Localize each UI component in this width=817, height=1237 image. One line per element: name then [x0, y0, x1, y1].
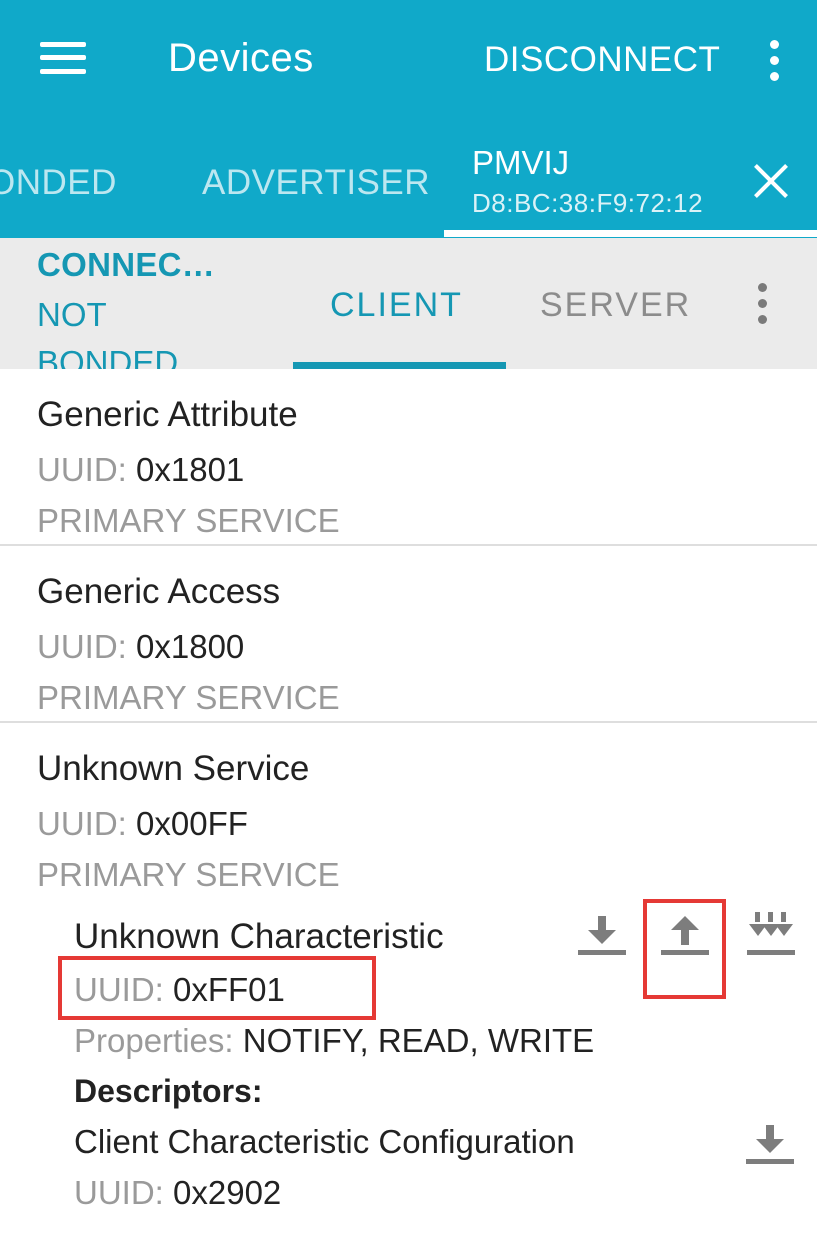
device-sub-bar: CONNEC… NOT BONDED CLIENT SERVER — [0, 238, 817, 369]
service-list: Generic Attribute UUID: 0x1801 PRIMARY S… — [0, 369, 817, 1237]
list-item[interactable]: Generic Attribute UUID: 0x1801 PRIMARY S… — [0, 369, 817, 545]
more-vert-icon[interactable] — [754, 283, 772, 325]
service-uuid: UUID: 0x1800 — [37, 628, 244, 666]
client-tab-indicator — [293, 362, 506, 369]
page-title: Devices — [168, 36, 314, 80]
bond-status-line1: NOT — [37, 296, 107, 333]
characteristic-name: Unknown Characteristic — [74, 917, 444, 956]
tab-indicator — [444, 230, 817, 237]
list-item[interactable]: Generic Access UUID: 0x1800 PRIMARY SERV… — [0, 546, 817, 722]
tab-server[interactable]: SERVER — [540, 286, 691, 325]
uuid-label: UUID: — [37, 805, 127, 842]
write-icon-highlight — [643, 899, 726, 999]
uuid-value: 0x1801 — [136, 451, 245, 488]
properties-label: Properties: — [74, 1022, 234, 1059]
connection-status: CONNEC… — [37, 246, 216, 283]
uuid-highlight — [58, 956, 376, 1020]
service-name: Generic Attribute — [37, 395, 298, 434]
descriptors-heading: Descriptors: — [74, 1073, 263, 1109]
notify-icon[interactable] — [747, 912, 797, 960]
descriptor-name: Client Characteristic Configuration — [74, 1123, 575, 1160]
tab-device-name[interactable]: PMVIJ — [472, 144, 569, 182]
service-type: PRIMARY SERVICE — [37, 502, 340, 539]
uuid-label: UUID: — [37, 628, 127, 665]
disconnect-button[interactable]: DISCONNECT — [484, 40, 720, 80]
more-vert-icon[interactable] — [766, 40, 784, 82]
uuid-value: 0x1800 — [136, 628, 245, 665]
tab-device-mac: D8:BC:38:F9:72:12 — [472, 188, 704, 218]
descriptor-uuid: UUID: 0x2902 — [74, 1174, 281, 1212]
app-bar: Devices DISCONNECT ONDED ADVERTISER PMVI… — [0, 0, 817, 238]
tab-client[interactable]: CLIENT — [330, 286, 463, 325]
characteristic-properties: Properties: NOTIFY, READ, WRITE — [74, 1022, 594, 1060]
bond-status-line2: BONDED — [37, 344, 179, 369]
service-type: PRIMARY SERVICE — [37, 856, 340, 893]
uuid-label: UUID: — [74, 1174, 164, 1211]
tab-advertiser[interactable]: ADVERTISER — [202, 163, 430, 203]
tab-bonded[interactable]: ONDED — [0, 163, 117, 203]
list-item[interactable]: Unknown Service UUID: 0x00FF PRIMARY SER… — [0, 723, 817, 1237]
descriptor-read-icon[interactable] — [746, 1125, 796, 1169]
properties-value: NOTIFY, READ, WRITE — [242, 1022, 595, 1059]
hamburger-menu-icon[interactable] — [40, 40, 86, 76]
uuid-value: 0x00FF — [136, 805, 248, 842]
close-icon[interactable] — [752, 162, 790, 200]
service-uuid: UUID: 0x1801 — [37, 451, 244, 489]
uuid-label: UUID: — [37, 451, 127, 488]
service-uuid: UUID: 0x00FF — [37, 805, 248, 843]
read-icon[interactable] — [578, 916, 628, 960]
service-name: Unknown Service — [37, 749, 310, 788]
service-type: PRIMARY SERVICE — [37, 679, 340, 716]
uuid-value: 0x2902 — [173, 1174, 282, 1211]
service-name: Generic Access — [37, 572, 281, 611]
